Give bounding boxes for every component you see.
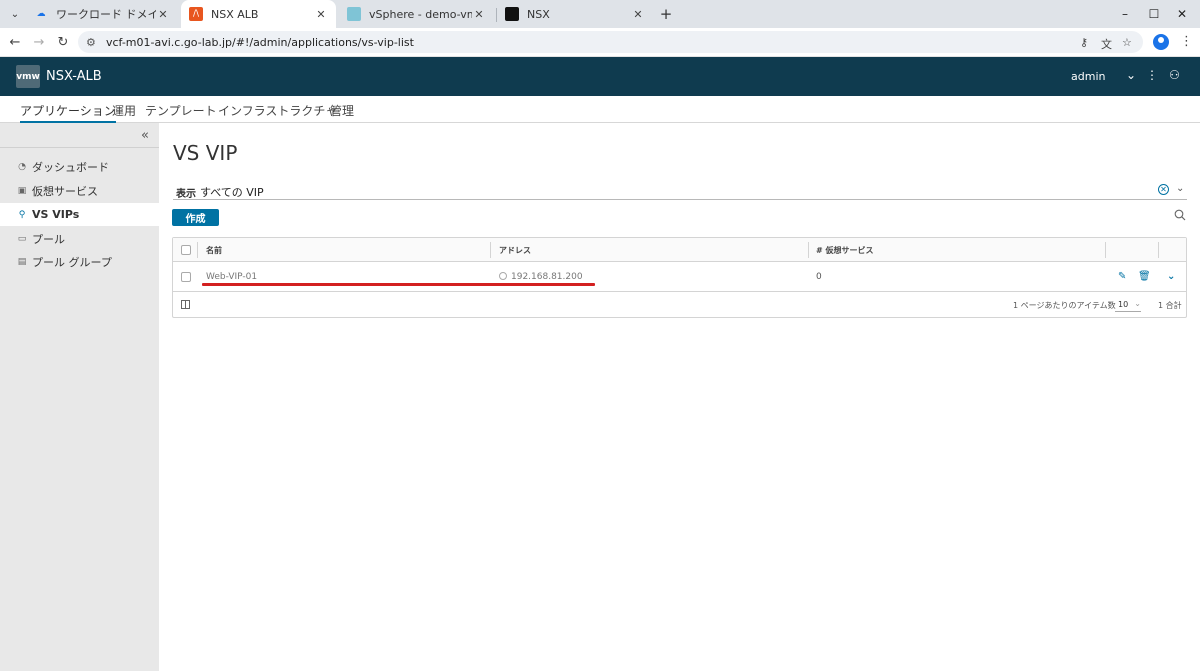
table-row[interactable]: Web-VIP-01 192.168.81.200 0 ✎ 🗑 ⌄ (173, 262, 1186, 292)
chevron-down-icon[interactable]: ⌄ (1176, 183, 1184, 194)
pool-icon: ▭ (17, 233, 27, 244)
sidebar-item-pools[interactable]: ▭ プール (0, 227, 159, 250)
browser-menu-icon[interactable]: ⋮ (1180, 34, 1193, 49)
total-count: 1 合計 (1158, 301, 1182, 310)
search-icon[interactable] (1174, 209, 1186, 221)
view-filter-select[interactable]: 表示 すべての VIP ✕ ⌄ (173, 181, 1187, 200)
column-separator[interactable] (1105, 242, 1106, 258)
reload-icon[interactable]: ↻ (54, 33, 72, 51)
row-checkbox[interactable] (181, 272, 191, 282)
nav-administration[interactable]: 管理 (330, 102, 354, 123)
sidebar-item-pool-groups[interactable]: ▤ プール グループ (0, 250, 159, 273)
virtual-service-icon: ▣ (17, 185, 27, 196)
browser-tab-strip: ⌄ ☁ ワークロード ドメイン - サマリ ✕ /\ NSX ALB ✕ vSp… (0, 0, 1200, 28)
browser-tab-vsphere[interactable]: vSphere - demo-vm - 仮想マシン ✕ (339, 0, 494, 28)
sidebar: « ◔ ダッシュボード ▣ 仮想サービス ⚲ VS VIPs ▭ プール ▤ プ… (0, 123, 159, 671)
page-title: VS VIP (173, 141, 238, 165)
column-separator[interactable] (808, 242, 809, 258)
nav-templates[interactable]: テンプレート (145, 102, 217, 123)
column-toggle-icon[interactable] (181, 300, 190, 309)
column-separator (197, 242, 198, 258)
profile-avatar-icon[interactable] (1153, 34, 1169, 50)
chevron-down-icon: ⌄ (1134, 299, 1141, 308)
nav-infrastructure[interactable]: インフラストラクチャ (218, 102, 337, 123)
expand-row-chevron-icon[interactable]: ⌄ (1167, 271, 1175, 282)
address-bar[interactable]: ⚙ vcf-m01-avi.c.go-lab.jp/#!/admin/appli… (78, 31, 1143, 53)
filter-label: 表示 (176, 189, 196, 200)
select-all-checkbox[interactable] (181, 245, 191, 255)
back-arrow-icon[interactable]: ← (6, 33, 24, 51)
close-tab-icon[interactable]: ✕ (631, 8, 645, 21)
sidebar-item-virtual-services[interactable]: ▣ 仮想サービス (0, 179, 159, 202)
new-tab-button[interactable]: + (656, 4, 676, 24)
highlight-underline (202, 283, 595, 286)
primary-nav: アプリケーション 運用 テンプレート インフラストラクチャ 管理 (0, 96, 1200, 123)
browser-tab-nsx[interactable]: NSX ✕ (497, 0, 653, 28)
sidebar-divider (0, 147, 159, 148)
more-vertical-icon[interactable]: ⋮ (1146, 68, 1158, 82)
items-per-page-label: 1 ページあたりのアイテム数 (1013, 301, 1116, 310)
location-pin-icon: ⚲ (18, 209, 26, 220)
sidebar-item-vs-vips[interactable]: ⚲ VS VIPs (0, 203, 159, 226)
nav-operations[interactable]: 運用 (112, 102, 136, 123)
app-brand: NSX-ALB (46, 69, 102, 84)
column-header-virtual-services[interactable]: # 仮想サービス (816, 245, 874, 256)
vip-name-link[interactable]: Web-VIP-01 (206, 272, 257, 282)
status-circle-icon (499, 272, 507, 280)
page-size-select[interactable]: 10 ⌄ (1115, 297, 1141, 312)
user-menu[interactable]: admin (1071, 70, 1105, 83)
clear-filter-icon[interactable]: ✕ (1158, 184, 1169, 195)
delete-trash-icon[interactable]: 🗑 (1138, 271, 1151, 282)
filter-value: すべての VIP (200, 186, 264, 199)
grid-header: 名前 アドレス # 仮想サービス (173, 238, 1186, 262)
vmw-logo: vmw (16, 65, 40, 88)
virtual-services-count: 0 (816, 272, 822, 282)
user-icon[interactable]: ⚇ (1169, 68, 1180, 82)
password-key-icon[interactable]: ⚷ (1080, 36, 1088, 49)
close-tab-icon[interactable]: ✕ (314, 8, 328, 21)
sidebar-item-dashboard[interactable]: ◔ ダッシュボード (0, 155, 159, 178)
nsx-icon (505, 7, 519, 21)
browser-toolbar: ← → ↻ ⚙ vcf-m01-avi.c.go-lab.jp/#!/admin… (0, 28, 1200, 57)
forward-arrow-icon[interactable]: → (30, 33, 48, 51)
close-tab-icon[interactable]: ✕ (472, 8, 486, 21)
vs-vip-grid: 名前 アドレス # 仮想サービス Web-VIP-01 192.168.81.2… (172, 237, 1187, 318)
pool-group-icon: ▤ (17, 256, 27, 267)
grid-footer: 1 ページあたりのアイテム数 10 ⌄ 1 合計 (173, 292, 1186, 317)
column-separator[interactable] (490, 242, 491, 258)
vsphere-icon (347, 7, 361, 21)
browser-tab-workload-domain[interactable]: ☁ ワークロード ドメイン - サマリ ✕ (26, 0, 178, 28)
collapse-sidebar-icon[interactable]: « (141, 128, 149, 143)
vip-address-cell: 192.168.81.200 (499, 272, 583, 282)
column-header-address[interactable]: アドレス (499, 245, 531, 256)
avi-icon: /\ (189, 7, 203, 21)
column-separator (1158, 242, 1159, 258)
url-text: vcf-m01-avi.c.go-lab.jp/#!/admin/applica… (106, 35, 414, 49)
create-button[interactable]: 作成 (172, 209, 219, 226)
translate-icon[interactable]: 文 (1101, 36, 1112, 52)
chevron-down-icon[interactable]: ⌄ (1126, 68, 1136, 82)
app-header: vmw NSX-ALB admin ⌄ ⋮ ⚇ (0, 57, 1200, 96)
close-tab-icon[interactable]: ✕ (156, 8, 170, 21)
close-window-icon[interactable]: ✕ (1162, 0, 1200, 28)
site-info-icon[interactable]: ⚙ (86, 36, 102, 49)
nav-applications[interactable]: アプリケーション (20, 102, 116, 123)
cloud-icon: ☁ (36, 9, 46, 19)
column-header-name[interactable]: 名前 (206, 245, 222, 256)
browser-tab-nsx-alb[interactable]: /\ NSX ALB ✕ (181, 0, 336, 28)
bookmark-star-icon[interactable]: ☆ (1122, 36, 1132, 49)
tab-search-chevron-icon[interactable]: ⌄ (6, 5, 24, 23)
edit-pencil-icon[interactable]: ✎ (1118, 271, 1126, 282)
dashboard-icon: ◔ (18, 161, 26, 172)
